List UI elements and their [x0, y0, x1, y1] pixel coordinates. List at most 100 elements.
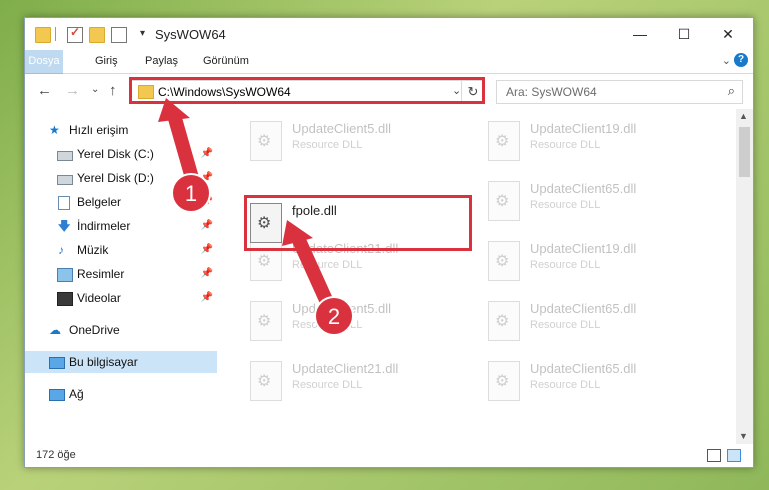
- nav-label: Bu bilgisayar: [69, 355, 138, 369]
- file-item[interactable]: UpdateClient21.dll Resource DLL: [250, 359, 450, 407]
- nav-onedrive[interactable]: ☁ OneDrive: [25, 319, 217, 341]
- nav-label: Videolar: [77, 291, 121, 305]
- minimize-button[interactable]: —: [629, 24, 651, 44]
- file-item[interactable]: UpdateClient65.dll Resource DLL: [488, 299, 688, 347]
- file-name: UpdateClient5.dll: [292, 121, 392, 136]
- tab-view[interactable]: Görünüm: [195, 50, 257, 73]
- document-icon: [58, 196, 70, 210]
- file-item[interactable]: UpdateClient19.dll Resource DLL: [488, 119, 688, 167]
- explorer-window: ▾ SysWOW64 — ☐ ✕ Dosya Giriş Paylaş Görü…: [24, 17, 754, 468]
- nav-label: Yerel Disk (D:): [77, 171, 154, 185]
- pin-icon[interactable]: 📌: [201, 143, 213, 165]
- status-bar: 172 öğe: [25, 444, 753, 467]
- search-icon[interactable]: ⌕: [728, 83, 735, 99]
- file-description: Resource DLL: [530, 199, 601, 211]
- nav-item-documents[interactable]: Belgeler 📌: [25, 191, 217, 213]
- file-item[interactable]: UpdateClient65.dll Resource DLL: [488, 359, 688, 407]
- search-input[interactable]: Ara: SysWOW64 ⌕: [496, 80, 743, 104]
- drive-icon: [57, 175, 73, 185]
- nav-label: OneDrive: [69, 323, 120, 337]
- pin-icon[interactable]: 📌: [201, 191, 213, 213]
- item-count: 172 öğe: [36, 449, 76, 461]
- tab-home[interactable]: Giriş: [87, 50, 126, 73]
- dll-file-icon: [250, 301, 282, 341]
- nav-item-videos[interactable]: Videolar 📌: [25, 287, 217, 309]
- toolbar-separator: [55, 27, 56, 41]
- folder-icon: [35, 27, 51, 43]
- nav-item-pictures[interactable]: Resimler 📌: [25, 263, 217, 285]
- title-bar: ▾ SysWOW64 — ☐ ✕: [25, 18, 753, 50]
- scroll-up-icon[interactable]: ▲: [739, 111, 748, 121]
- up-arrow-icon[interactable]: ↑: [109, 82, 117, 99]
- pin-icon[interactable]: 📌: [201, 215, 213, 237]
- chevron-down-icon[interactable]: ▾: [140, 28, 145, 39]
- details-view-icon[interactable]: [707, 449, 721, 462]
- file-name: UpdateClient19.dll: [530, 241, 637, 256]
- close-button[interactable]: ✕: [717, 24, 739, 44]
- pin-icon[interactable]: 📌: [201, 167, 213, 189]
- help-icon[interactable]: ?: [734, 53, 748, 67]
- vertical-scrollbar[interactable]: ▲ ▼: [736, 109, 753, 444]
- star-icon: ★: [49, 123, 60, 137]
- new-folder-icon[interactable]: [89, 27, 105, 43]
- file-name: UpdateClient65.dll: [530, 361, 637, 376]
- nav-label: İndirmeler: [77, 219, 131, 233]
- nav-network[interactable]: Ağ: [25, 383, 217, 405]
- properties-check-icon[interactable]: [67, 25, 83, 43]
- download-arrow-icon: 🡇: [58, 219, 71, 233]
- annotation-highlight-file: [244, 195, 472, 251]
- nav-item-downloads[interactable]: 🡇 İndirmeler 📌: [25, 215, 217, 237]
- file-name: UpdateClient65.dll: [530, 301, 637, 316]
- file-description: Resource DLL: [530, 319, 601, 331]
- computer-icon: [49, 357, 65, 369]
- dll-file-icon: [250, 361, 282, 401]
- search-placeholder: Ara: SysWOW64: [506, 85, 597, 99]
- file-item[interactable]: UpdateClient5.dll Resource DLL: [250, 119, 450, 167]
- pin-icon[interactable]: 📌: [201, 287, 213, 309]
- nav-item-music[interactable]: ♪ Müzik 📌: [25, 239, 217, 261]
- file-name: UpdateClient21.dll: [292, 361, 399, 376]
- window-title: SysWOW64: [155, 27, 226, 42]
- dll-file-icon: [250, 121, 282, 161]
- address-row: ← → ⌄ ↑ C:\Windows\SysWOW64 ⌄ ↻ Ara: Sys…: [25, 74, 753, 108]
- maximize-button[interactable]: ☐: [673, 24, 695, 44]
- nav-label: Resimler: [77, 267, 125, 281]
- picture-icon: [57, 268, 73, 282]
- file-item[interactable]: UpdateClient5.dll Resource DLL: [250, 299, 450, 347]
- file-item[interactable]: UpdateClient65.dll Resource DLL: [488, 179, 688, 227]
- dll-file-icon: [488, 361, 520, 401]
- nav-this-pc[interactable]: Bu bilgisayar: [25, 351, 217, 373]
- nav-item-local-disk-d[interactable]: Yerel Disk (D:) 📌: [25, 167, 217, 189]
- nav-quick-access[interactable]: ★ Hızlı erişim: [25, 119, 217, 141]
- ribbon-tabs: Dosya Giriş Paylaş Görünüm ⌄ ?: [25, 50, 753, 98]
- navigation-pane: ★ Hızlı erişim Yerel Disk (C:) 📌 Yerel D…: [25, 109, 217, 439]
- file-item[interactable]: UpdateClient19.dll Resource DLL: [488, 239, 688, 287]
- file-name: UpdateClient5.dll: [292, 301, 392, 316]
- nav-label: Hızlı erişim: [69, 123, 129, 137]
- dll-file-icon: [488, 241, 520, 281]
- scroll-down-icon[interactable]: ▼: [739, 431, 748, 441]
- file-description: Resource DLL: [292, 319, 363, 331]
- recent-locations-icon[interactable]: ⌄: [91, 84, 99, 95]
- nav-item-local-disk-c[interactable]: Yerel Disk (C:) 📌: [25, 143, 217, 165]
- file-description: Resource DLL: [530, 259, 601, 271]
- pin-icon[interactable]: 📌: [201, 239, 213, 261]
- nav-label: Belgeler: [77, 195, 122, 209]
- file-description: Resource DLL: [292, 139, 363, 151]
- pin-icon[interactable]: 📌: [201, 263, 213, 285]
- tiles-view-icon[interactable]: [727, 449, 741, 462]
- cloud-icon: ☁: [49, 323, 61, 337]
- scroll-thumb[interactable]: [739, 127, 750, 177]
- file-name: UpdateClient19.dll: [530, 121, 637, 136]
- back-arrow-icon[interactable]: ←: [37, 82, 52, 99]
- dll-file-icon: [488, 301, 520, 341]
- annotation-highlight-address: [129, 77, 485, 104]
- nav-label: Müzik: [77, 243, 109, 257]
- tab-share[interactable]: Paylaş: [137, 50, 186, 73]
- view-options-icon[interactable]: [111, 27, 127, 43]
- dll-file-icon: [488, 181, 520, 221]
- file-list: UpdateClient5.dll Resource DLL UpdateCli…: [218, 109, 736, 439]
- chevron-down-icon[interactable]: ⌄: [722, 54, 731, 67]
- nav-label: Ağ: [69, 387, 84, 401]
- forward-arrow-icon[interactable]: →: [65, 82, 80, 99]
